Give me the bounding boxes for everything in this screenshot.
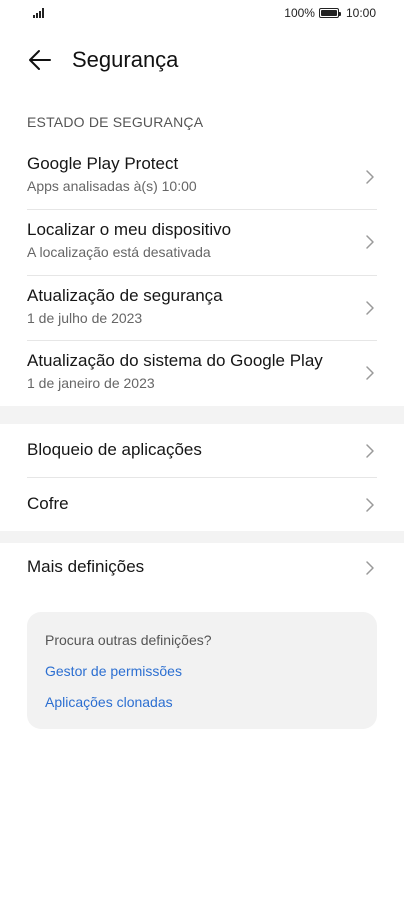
- suggestion-question: Procura outras definições?: [45, 632, 212, 648]
- chevron-right-icon: [366, 170, 374, 184]
- row-label: Cofre: [27, 494, 69, 513]
- divider: [27, 340, 377, 341]
- row-vault[interactable]: Cofre: [27, 494, 377, 518]
- row-more-settings[interactable]: Mais definições: [27, 557, 377, 581]
- row-label: Google Play Protect: [27, 154, 179, 173]
- page-title: Segurança: [72, 47, 179, 72]
- section-separator: [0, 406, 404, 424]
- row-subtitle: Apps analisadas à(s) 10:00: [27, 178, 197, 194]
- chevron-right-icon: [366, 498, 374, 512]
- row-google-play-protect[interactable]: Google Play Protect Apps analisadas à(s)…: [27, 154, 377, 204]
- chevron-right-icon: [366, 561, 374, 575]
- signal-icon: [33, 8, 44, 18]
- row-subtitle: 1 de janeiro de 2023: [27, 375, 155, 391]
- status-bar: 100% 10:00: [0, 0, 404, 28]
- suggestion-card: Procura outras definições? Gestor de per…: [27, 612, 377, 729]
- row-label: Mais definições: [27, 557, 145, 576]
- section-title-security-status: ESTADO DE SEGURANÇA: [27, 114, 204, 130]
- app-header: Segurança: [0, 40, 404, 80]
- row-label: Atualização de segurança: [27, 286, 223, 305]
- link-cloned-apps[interactable]: Aplicações clonadas: [45, 694, 173, 710]
- row-label: Atualização do sistema do Google Play: [27, 351, 323, 370]
- row-label: Bloqueio de aplicações: [27, 440, 202, 459]
- clock: 10:00: [345, 6, 376, 20]
- row-security-update[interactable]: Atualização de segurança 1 de julho de 2…: [27, 286, 377, 336]
- back-button[interactable]: [26, 46, 54, 74]
- row-subtitle: A localização está desativada: [27, 244, 211, 260]
- row-label: Localizar o meu dispositivo: [27, 220, 232, 239]
- divider: [27, 275, 377, 276]
- arrow-left-icon: [29, 50, 51, 70]
- row-subtitle: 1 de julho de 2023: [27, 310, 143, 326]
- battery-percent: 100%: [284, 6, 315, 20]
- row-app-lock[interactable]: Bloqueio de aplicações: [27, 440, 377, 464]
- divider: [27, 209, 377, 210]
- battery-icon: [318, 8, 341, 18]
- chevron-right-icon: [366, 366, 374, 380]
- divider: [27, 477, 377, 478]
- status-right: 100% 10:00: [284, 6, 376, 20]
- row-google-play-system-update[interactable]: Atualização do sistema do Google Play 1 …: [27, 351, 377, 401]
- chevron-right-icon: [366, 235, 374, 249]
- chevron-right-icon: [366, 301, 374, 315]
- row-find-my-device[interactable]: Localizar o meu dispositivo A localizaçã…: [27, 220, 377, 270]
- link-permission-manager[interactable]: Gestor de permissões: [45, 663, 182, 679]
- chevron-right-icon: [366, 444, 374, 458]
- section-separator: [0, 531, 404, 543]
